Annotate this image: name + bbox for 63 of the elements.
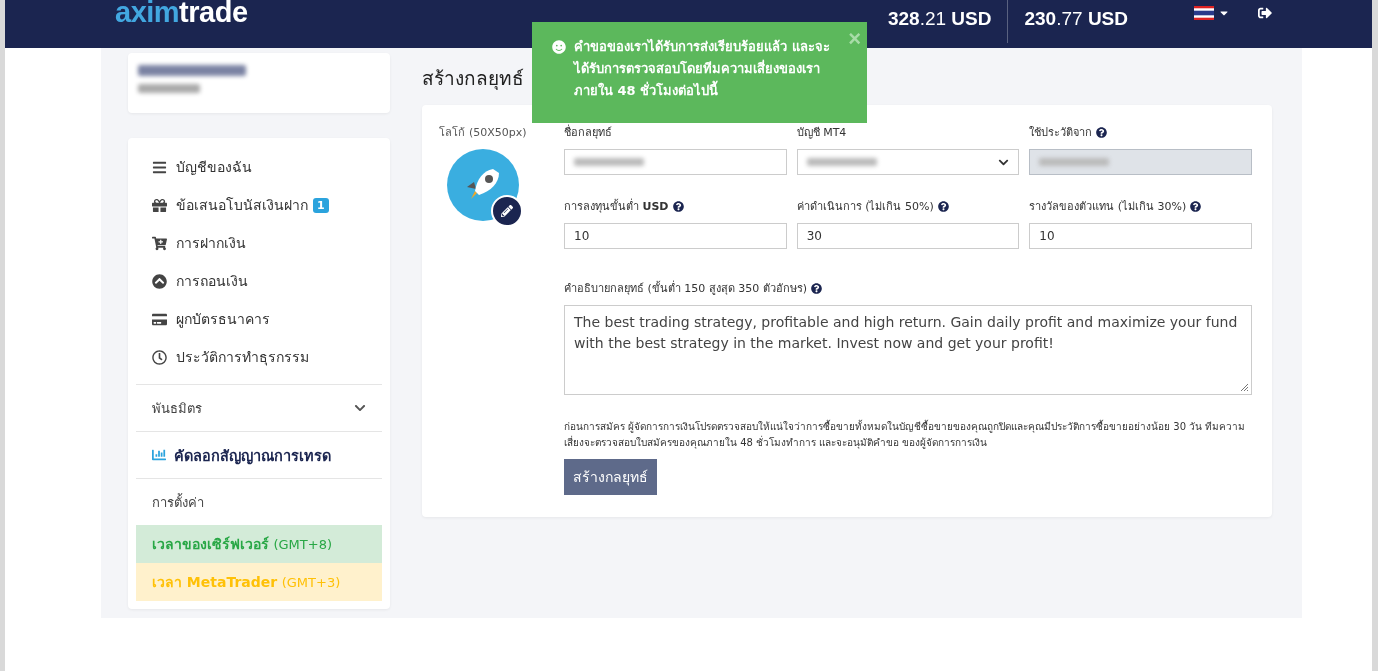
menu-label: การฝากเงิน [176,234,246,253]
menu-icon [152,311,167,327]
smile-icon [552,40,566,54]
section-label: การตั้งค่า [152,492,204,512]
field-label: คำอธิบายกลยุทธ์ (ขั้นต่ำ 150 สูงสุด 350 ตัวอักษร) [564,279,1252,297]
toast-message: คำขอของเราได้รับการส่งเรียบร้อยแล้ว และจะได้รับการตรวจสอบโดยทีมความเสี่ยงของเราภายใน 48 ชั่วโมงต่อไปนี้ [574,38,831,100]
balance-amount: 230.77 USD [1007,0,1144,43]
input-field[interactable] [564,149,787,175]
logout-icon[interactable] [1258,6,1272,20]
field-label: ชื่อกลยุทธ์ [564,123,613,141]
input-field[interactable]: 30 [796,223,1020,249]
redacted-text [806,158,877,166]
redacted-text [1039,158,1110,166]
input-field[interactable]: 10 [564,223,787,249]
select-field[interactable] [796,149,1020,175]
menu-section[interactable]: พันธมิตร [136,384,382,431]
count-badge: 1 [313,197,329,213]
chart-icon [152,448,166,462]
logo[interactable]: aximtrade [115,0,248,29]
menu-icon [152,273,167,289]
section-label: พันธมิตร [152,399,202,418]
notice-text: ก่อนการสมัคร ผู้จัดการการเงินโปรดตรวจสอบให้แน่ใจว่าการซื้อขายทั้งหมดในบัญชีซื้อขายของคุณถูกปิดและคุณมีประวัติการซื้อขายอย่างน้อย 30 วัน ทีมความเสี่ยงจะตรวจสอบใบสมัครของคุณภายใน 48 ชั่วโมงทำการ และจะอนุมัติคำขอ ของผู้จัดการการเงิน [564,419,1247,451]
resize-grip-icon[interactable] [1239,382,1249,392]
section-label: คัดลอกสัญญาณการเทรด [174,446,331,467]
menu-icon [152,197,167,213]
menu-icon [152,349,167,365]
menu-label: การถอนเงิน [176,272,248,291]
menu-item[interactable]: การฝากเงิน [136,224,382,262]
menu-item[interactable]: การถอนเงิน [136,262,382,300]
menu-label: ผูกบัตรธนาคาร [176,310,270,330]
page-title: สร้างกลยุทธ์ [422,66,524,92]
time-zone-row: เวลา MetaTrader (GMT+3) [136,563,382,601]
description-field[interactable]: The best trading strategy, profitable and high return. Gain daily profit and maximize your fund with the best strategy in the market. Invest now and get your profit! [564,305,1252,395]
menu-section[interactable]: คัดลอกสัญญาณการเทรด [136,431,382,478]
field-label: บัญชี MT4 [796,125,848,141]
field-label: ใช้ประวัติจาก [1029,123,1252,141]
time-zone-row: เวลาของเซิร์ฟเวอร์ (GMT+8) [136,525,382,563]
field-label: ค่าดำเนินการ (ไม่เกิน 50%) [796,197,1020,215]
field-label: การลงทุนขั้นต่ำ USD [564,197,787,215]
menu-label: ข้อเสนอโบนัสเงินฝาก [176,196,308,215]
help-icon[interactable] [811,282,823,294]
field-label: รางวัลของตัวแทน (ไม่เกิน 30%) [1029,197,1252,215]
menu-icon [152,159,167,175]
menu-label: ประวัติการทำธุรกรรม [176,348,309,368]
help-icon[interactable] [672,200,684,212]
flag-icon[interactable] [1194,6,1214,20]
help-icon[interactable] [1190,200,1202,212]
menu-label: บัญชีของฉัน [176,158,252,177]
balance-amount: 328.21 USD [886,7,993,31]
create-strategy-button[interactable]: สร้างกลยุทธ์ [564,459,657,495]
chevron-icon[interactable] [354,402,366,414]
edit-button[interactable] [491,195,523,227]
redacted-text [138,84,200,93]
menu-item[interactable]: บัญชีของฉัน [136,148,382,186]
help-icon[interactable] [937,200,949,212]
menu-item[interactable]: ประวัติการทำธุรกรรม [136,338,382,376]
menu-item[interactable]: ข้อเสนอโบนัสเงินฝาก 1 [136,186,382,224]
input-field[interactable]: 10 [1029,223,1252,249]
pencil-icon [501,205,513,217]
menu-icon [152,235,167,251]
logo-label: โลโก้ (50X50px) [439,125,527,141]
redacted-text [574,158,644,166]
menu-item[interactable]: ผูกบัตรธนาคาร [136,300,382,338]
